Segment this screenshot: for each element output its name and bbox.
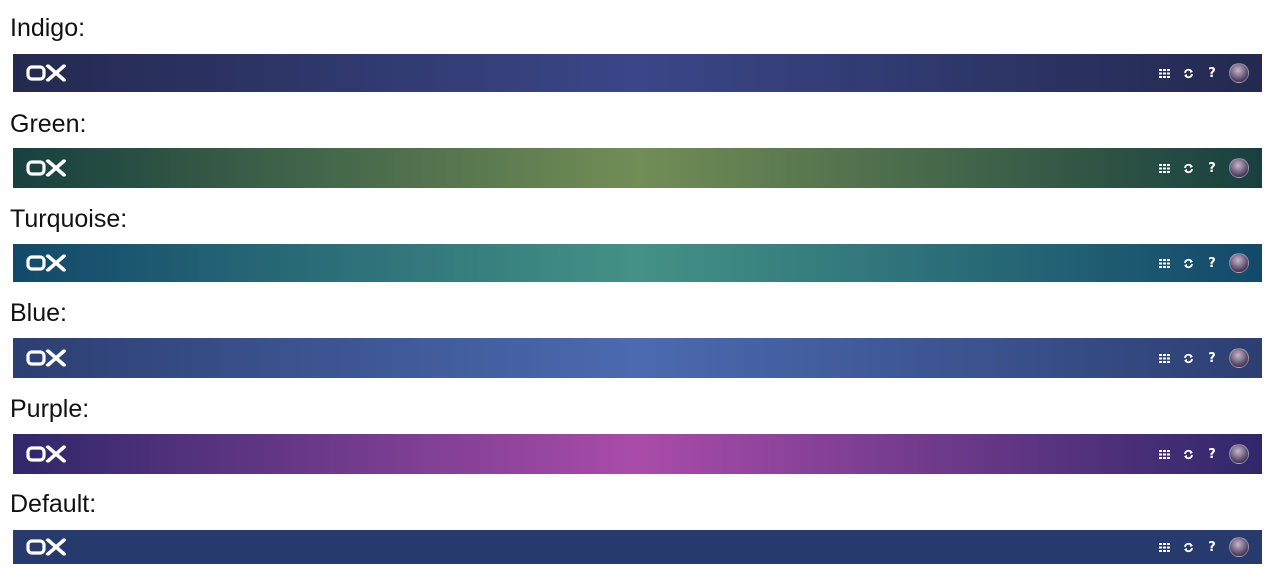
user-avatar[interactable] [1229, 63, 1249, 83]
ox-logo[interactable]: OX [26, 159, 66, 177]
help-icon[interactable]: ? [1205, 347, 1219, 369]
topbar-blue: OX ? [13, 338, 1262, 378]
theme-label-green: Green: [10, 110, 87, 138]
topbar-icons: ? [1157, 252, 1249, 274]
help-icon[interactable]: ? [1205, 443, 1219, 465]
topbar-icons: ? [1157, 536, 1249, 558]
theme-label-blue: Blue: [10, 299, 67, 327]
topbar-icons: ? [1157, 443, 1249, 465]
refresh-icon[interactable] [1181, 536, 1195, 558]
help-icon[interactable]: ? [1205, 252, 1219, 274]
ox-logo[interactable]: OX [26, 538, 66, 556]
user-avatar[interactable] [1229, 444, 1249, 464]
refresh-icon[interactable] [1181, 347, 1195, 369]
refresh-icon[interactable] [1181, 62, 1195, 84]
apps-grid-icon[interactable] [1157, 252, 1171, 274]
theme-label-indigo: Indigo: [10, 14, 86, 42]
apps-grid-icon[interactable] [1157, 157, 1171, 179]
theme-label-purple: Purple: [10, 395, 90, 423]
topbar-icons: ? [1157, 157, 1249, 179]
user-avatar[interactable] [1229, 253, 1249, 273]
topbar-default: OX ? [13, 530, 1262, 564]
theme-label-turquoise: Turquoise: [10, 205, 128, 233]
ox-logo[interactable]: OX [26, 64, 66, 82]
help-icon[interactable]: ? [1205, 62, 1219, 84]
topbar-icons: ? [1157, 62, 1249, 84]
user-avatar[interactable] [1229, 537, 1249, 557]
ox-logo[interactable]: OX [26, 445, 66, 463]
help-icon[interactable]: ? [1205, 536, 1219, 558]
topbar-icons: ? [1157, 347, 1249, 369]
apps-grid-icon[interactable] [1157, 347, 1171, 369]
user-avatar[interactable] [1229, 348, 1249, 368]
topbar-turquoise: OX ? [13, 244, 1262, 282]
ox-logo[interactable]: OX [26, 349, 66, 367]
topbar-indigo: OX ? [13, 54, 1262, 92]
apps-grid-icon[interactable] [1157, 62, 1171, 84]
refresh-icon[interactable] [1181, 252, 1195, 274]
apps-grid-icon[interactable] [1157, 536, 1171, 558]
refresh-icon[interactable] [1181, 443, 1195, 465]
theme-label-default: Default: [10, 490, 97, 518]
refresh-icon[interactable] [1181, 157, 1195, 179]
topbar-purple: OX ? [13, 434, 1262, 474]
ox-logo[interactable]: OX [26, 254, 66, 272]
help-icon[interactable]: ? [1205, 157, 1219, 179]
user-avatar[interactable] [1229, 158, 1249, 178]
apps-grid-icon[interactable] [1157, 443, 1171, 465]
topbar-green: OX ? [13, 148, 1262, 188]
